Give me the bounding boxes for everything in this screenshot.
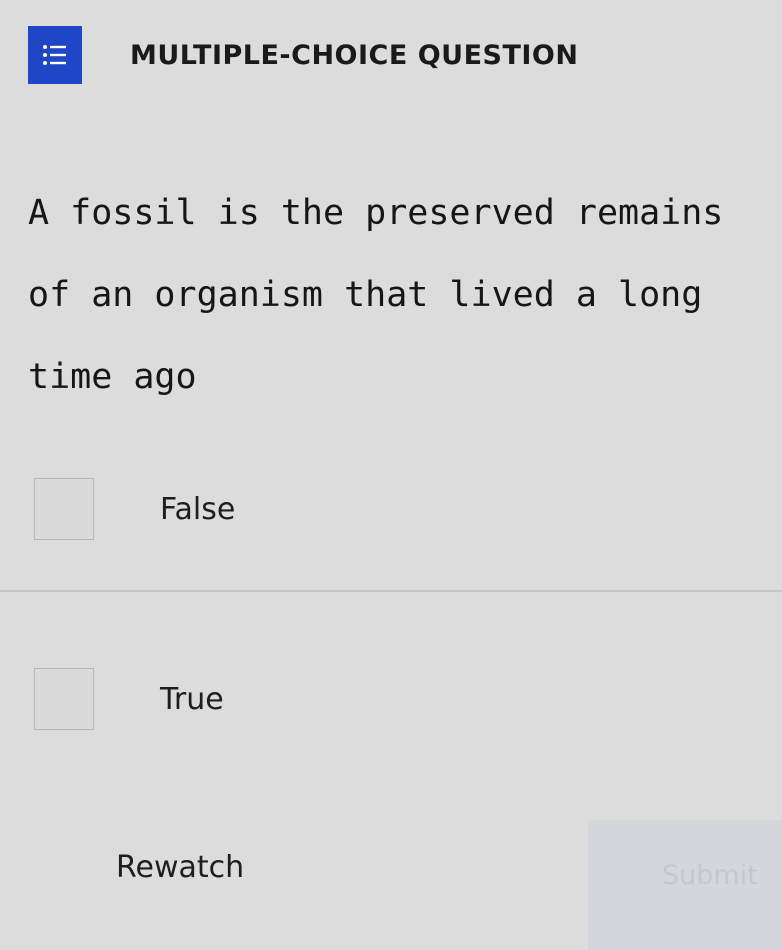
option-true-label: True — [160, 681, 224, 717]
option-false[interactable]: False — [34, 474, 754, 544]
list-icon — [28, 26, 82, 84]
question-header: MULTIPLE-CHOICE QUESTION — [28, 26, 578, 84]
option-true[interactable]: True — [34, 664, 754, 734]
option-false-label: False — [160, 491, 236, 527]
option-true-checkbox[interactable] — [34, 668, 94, 730]
question-type-label: MULTIPLE-CHOICE QUESTION — [130, 39, 579, 71]
option-divider — [0, 590, 782, 592]
submit-button[interactable]: Submit — [662, 860, 758, 891]
question-text: A fossil is the preserved remains of an … — [28, 193, 724, 397]
option-false-checkbox[interactable] — [34, 478, 94, 540]
rewatch-button[interactable]: Rewatch — [116, 850, 244, 885]
